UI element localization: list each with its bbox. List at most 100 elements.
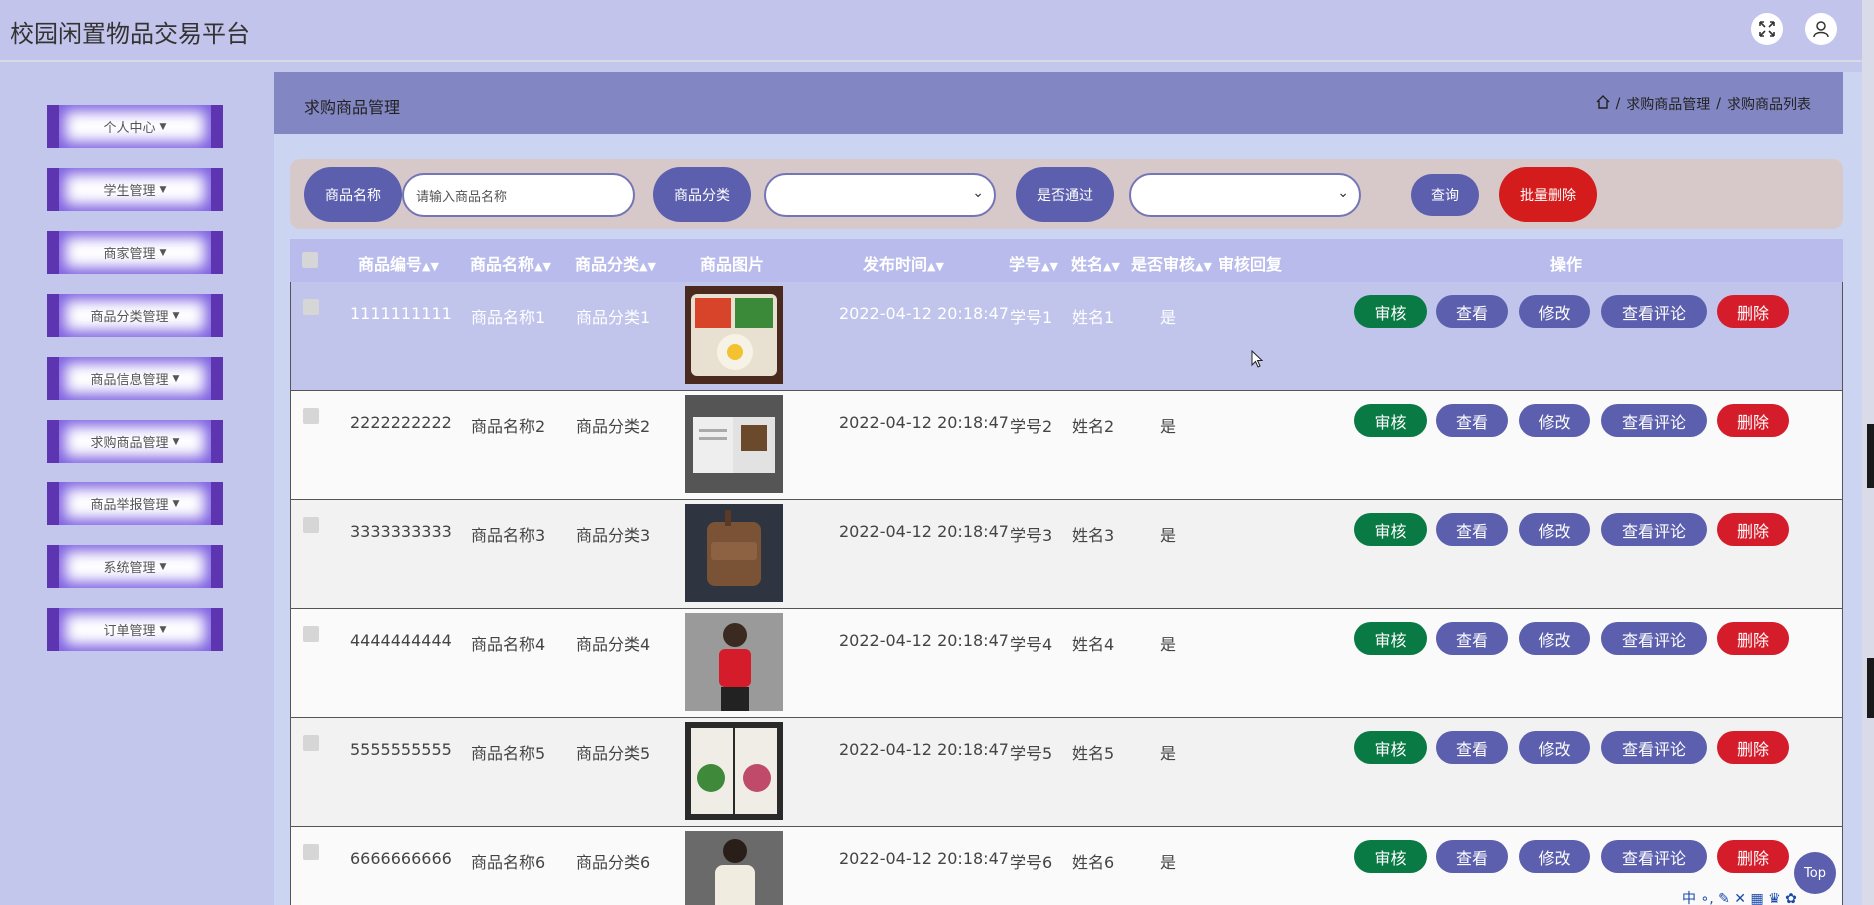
sidebar-item-wanted-goods[interactable]: 求购商品管理 ▼ xyxy=(47,420,223,463)
cell-category: 商品分类6 xyxy=(576,853,651,872)
view-comments-button[interactable]: 查看评论 xyxy=(1601,622,1707,655)
ime-toolbar[interactable]: 中 ∘, ✎ ✕ ▦ ♛ ✿ xyxy=(1682,888,1862,905)
approved-select[interactable]: ⌄ xyxy=(1129,173,1361,217)
cell-student-no: 学号4 xyxy=(1010,635,1053,654)
batch-delete-button[interactable]: 批量删除 xyxy=(1499,167,1597,222)
sidebar-item-label: 商品信息管理 xyxy=(90,373,169,388)
edit-button[interactable]: 修改 xyxy=(1519,513,1590,546)
row-checkbox[interactable] xyxy=(303,844,319,860)
goods-image[interactable] xyxy=(685,286,783,384)
cell-time: 2022-04-12 20:18:47 xyxy=(839,304,1009,323)
edit-button[interactable]: 修改 xyxy=(1519,404,1590,437)
cell-student-no: 学号5 xyxy=(1010,744,1053,763)
goods-image[interactable] xyxy=(685,613,783,711)
name-search-input[interactable]: 请输入商品名称 xyxy=(402,173,635,217)
sidebar-item-label: 系统管理 xyxy=(103,561,156,576)
select-all-checkbox[interactable] xyxy=(302,252,318,268)
cell-category: 商品分类2 xyxy=(576,417,651,436)
scrollbar-thumb[interactable] xyxy=(1867,658,1874,718)
sidebar-item-personal-center[interactable]: 个人中心 ▼ xyxy=(47,105,223,148)
view-button[interactable]: 查看 xyxy=(1436,622,1508,655)
view-comments-button[interactable]: 查看评论 xyxy=(1601,404,1707,437)
row-checkbox[interactable] xyxy=(303,408,319,424)
app-title: 校园闲置物品交易平台 xyxy=(10,20,250,48)
view-comments-button[interactable]: 查看评论 xyxy=(1601,295,1707,328)
sidebar-item-students[interactable]: 学生管理 ▼ xyxy=(47,168,223,211)
sidebar-item-orders[interactable]: 订单管理 ▼ xyxy=(47,608,223,651)
row-checkbox[interactable] xyxy=(303,735,319,751)
header-name[interactable]: 商品名称▲▼ xyxy=(470,251,551,275)
view-button[interactable]: 查看 xyxy=(1436,404,1508,437)
cell-audit: 是 xyxy=(1160,744,1177,763)
sidebar-item-reports[interactable]: 商品举报管理 ▼ xyxy=(47,482,223,525)
delete-button[interactable]: 删除 xyxy=(1717,622,1789,655)
view-comments-button[interactable]: 查看评论 xyxy=(1601,840,1707,873)
caret-down-icon: ▼ xyxy=(172,436,180,447)
header-code[interactable]: 商品编号▲▼ xyxy=(358,251,439,275)
header-audit[interactable]: 是否审核▲▼ xyxy=(1131,251,1212,275)
header-student-name[interactable]: 姓名▲▼ xyxy=(1071,251,1120,275)
sidebar-item-goods-info[interactable]: 商品信息管理 ▼ xyxy=(47,357,223,400)
breadcrumb-level1[interactable]: 求购商品管理 xyxy=(1626,94,1710,114)
delete-button[interactable]: 删除 xyxy=(1717,513,1789,546)
audit-button[interactable]: 审核 xyxy=(1354,622,1427,655)
home-icon[interactable] xyxy=(1596,95,1610,113)
cell-audit: 是 xyxy=(1160,526,1177,545)
header-category[interactable]: 商品分类▲▼ xyxy=(575,251,656,275)
page-scrollbar[interactable] xyxy=(1862,0,1874,905)
view-comments-button[interactable]: 查看评论 xyxy=(1601,731,1707,764)
expand-icon[interactable] xyxy=(1751,13,1783,45)
audit-button[interactable]: 审核 xyxy=(1354,404,1427,437)
cell-category: 商品分类1 xyxy=(576,308,651,327)
user-icon[interactable] xyxy=(1805,13,1837,45)
top-bar: 校园闲置物品交易平台 xyxy=(0,0,1874,62)
cell-audit: 是 xyxy=(1160,417,1177,436)
cell-student-name: 姓名6 xyxy=(1072,853,1115,872)
caret-down-icon: ▼ xyxy=(159,121,167,132)
goods-image[interactable] xyxy=(685,504,783,602)
category-select[interactable]: ⌄ xyxy=(764,173,996,217)
audit-button[interactable]: 审核 xyxy=(1354,840,1427,873)
cell-time: 2022-04-12 20:18:47 xyxy=(839,522,1009,541)
view-button[interactable]: 查看 xyxy=(1436,513,1508,546)
header-student-no[interactable]: 学号▲▼ xyxy=(1009,251,1058,275)
sidebar-item-merchants[interactable]: 商家管理 ▼ xyxy=(47,231,223,274)
wanted-goods-table: 商品编号▲▼ 商品名称▲▼ 商品分类▲▼ 商品图片 发布时间▲▼ 学号▲▼ 姓名… xyxy=(290,239,1843,905)
view-button[interactable]: 查看 xyxy=(1436,731,1508,764)
audit-button[interactable]: 审核 xyxy=(1354,731,1427,764)
delete-button[interactable]: 删除 xyxy=(1717,840,1789,873)
table-row: 2222222222 商品名称2 商品分类2 2022-04-12 20:18:… xyxy=(290,391,1843,500)
goods-image[interactable] xyxy=(685,395,783,493)
cell-code: 6666666666 xyxy=(350,849,452,868)
delete-button[interactable]: 删除 xyxy=(1717,404,1789,437)
sidebar-item-label: 商家管理 xyxy=(103,247,156,262)
goods-image[interactable] xyxy=(685,831,783,905)
query-button[interactable]: 查询 xyxy=(1411,174,1479,216)
edit-button[interactable]: 修改 xyxy=(1519,840,1590,873)
view-button[interactable]: 查看 xyxy=(1436,840,1508,873)
sidebar-item-system[interactable]: 系统管理 ▼ xyxy=(47,545,223,588)
edit-button[interactable]: 修改 xyxy=(1519,622,1590,655)
goods-image[interactable] xyxy=(685,722,783,820)
delete-button[interactable]: 删除 xyxy=(1717,731,1789,764)
view-button[interactable]: 查看 xyxy=(1436,295,1508,328)
row-checkbox[interactable] xyxy=(303,626,319,642)
row-checkbox[interactable] xyxy=(303,299,319,315)
edit-button[interactable]: 修改 xyxy=(1519,731,1590,764)
cell-student-no: 学号2 xyxy=(1010,417,1053,436)
cell-code: 4444444444 xyxy=(350,631,452,650)
audit-button[interactable]: 审核 xyxy=(1354,295,1427,328)
sidebar-item-categories[interactable]: 商品分类管理 ▼ xyxy=(47,294,223,337)
delete-button[interactable]: 删除 xyxy=(1717,295,1789,328)
row-checkbox[interactable] xyxy=(303,517,319,533)
cell-name: 商品名称1 xyxy=(471,308,546,327)
view-comments-button[interactable]: 查看评论 xyxy=(1601,513,1707,546)
scrollbar-thumb[interactable] xyxy=(1867,424,1874,488)
edit-button[interactable]: 修改 xyxy=(1519,295,1590,328)
audit-button[interactable]: 审核 xyxy=(1354,513,1427,546)
table-row: 6666666666 商品名称6 商品分类6 2022-04-12 20:18:… xyxy=(290,827,1843,905)
cell-name: 商品名称2 xyxy=(471,417,546,436)
sidebar-item-label: 求购商品管理 xyxy=(90,436,169,451)
header-time[interactable]: 发布时间▲▼ xyxy=(863,251,944,275)
page-title: 求购商品管理 xyxy=(304,98,401,117)
